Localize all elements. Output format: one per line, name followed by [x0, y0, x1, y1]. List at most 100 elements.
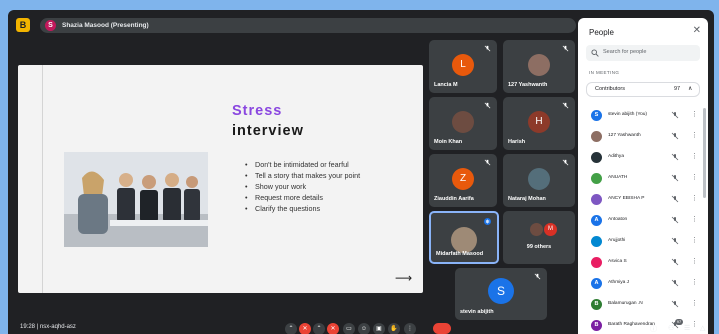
mic-off-icon[interactable]: [671, 279, 679, 287]
present-button[interactable]: ▣: [373, 323, 385, 334]
participant-name: Balamurugan .N: [608, 301, 643, 306]
others-tile[interactable]: M 99 others: [503, 211, 575, 264]
participant-tile[interactable]: Moin Khan: [429, 97, 497, 150]
participant-name: Antoaton: [608, 217, 628, 222]
more-vert-icon[interactable]: ⋮: [691, 278, 698, 287]
emoji-button[interactable]: ☺: [358, 323, 370, 334]
close-icon[interactable]: ✕: [693, 26, 701, 36]
captions-button[interactable]: ▭: [343, 323, 355, 334]
participant-avatar: S: [488, 278, 514, 304]
participant-name: Nataraj Mohan: [508, 196, 546, 202]
caret-icon[interactable]: ⌃: [313, 323, 325, 334]
participant-row[interactable]: 127 Yashwanth ⋮: [578, 127, 708, 148]
more-vert-icon[interactable]: ⋮: [691, 152, 698, 161]
raise-hand-button[interactable]: ✋: [388, 323, 400, 334]
participant-tile[interactable]: L Lancia M: [429, 40, 497, 93]
activities-icon[interactable]: △: [700, 324, 705, 332]
mic-off-button[interactable]: ✕: [299, 323, 311, 334]
mic-off-icon[interactable]: [671, 174, 679, 182]
participant-avatar: B: [591, 299, 602, 310]
section-label: IN MEETING: [589, 70, 620, 75]
people-panel: People ✕ Search for people IN MEETING Co…: [578, 18, 708, 334]
more-vert-icon[interactable]: ⋮: [691, 194, 698, 203]
mic-off-icon[interactable]: [671, 132, 679, 140]
interview-photo: [64, 152, 208, 247]
caret-icon[interactable]: ⌃: [285, 323, 297, 334]
more-vert-icon[interactable]: ⋮: [691, 257, 698, 266]
mic-off-icon: [562, 45, 569, 52]
app-logo[interactable]: B: [16, 18, 30, 32]
more-options-button[interactable]: ⋮: [404, 323, 416, 334]
participant-row[interactable]: A Athmiya J ⋮: [578, 274, 708, 295]
participant-row[interactable]: Asvica S ⋮: [578, 253, 708, 274]
more-vert-icon[interactable]: ⋮: [691, 173, 698, 182]
mic-off-icon[interactable]: [671, 237, 679, 245]
panel-title: People: [589, 28, 614, 37]
info-icon[interactable]: ⓘ: [650, 324, 657, 334]
participant-tile[interactable]: 127 Yashwanth: [503, 40, 575, 93]
participant-avatar: [591, 236, 602, 247]
more-vert-icon[interactable]: ⋮: [691, 131, 698, 140]
others-count-label: 99 others: [526, 244, 552, 250]
search-input[interactable]: Search for people: [586, 45, 700, 61]
participant-name: stevin abijith (You): [608, 112, 648, 117]
participant-row[interactable]: Sstevin abijith (You) ⋮: [578, 106, 708, 127]
participant-name: stevin abijith: [460, 309, 494, 315]
mic-off-icon[interactable]: [671, 216, 679, 224]
people-icon[interactable]: ⚇: [668, 324, 674, 332]
participant-avatar: A: [591, 278, 602, 289]
self-view-tile[interactable]: S stevin abijith: [455, 268, 547, 320]
chevron-up-icon[interactable]: ∧: [688, 85, 692, 92]
participant-avatar: L: [452, 54, 474, 76]
participant-name: Athmiya J: [608, 280, 630, 285]
participant-row[interactable]: ANUATH ⋮: [578, 169, 708, 190]
chat-icon[interactable]: ☰: [684, 324, 690, 332]
slide-title-line1: Stress: [232, 103, 283, 119]
participant-name: Adithya: [608, 154, 624, 159]
participant-photo-avatar: [528, 54, 550, 76]
scrollbar[interactable]: [703, 108, 706, 198]
participant-row[interactable]: Arujjothi ⋮: [578, 232, 708, 253]
more-vert-icon[interactable]: ⋮: [691, 110, 698, 119]
participant-row[interactable]: B Balamurugan .N ⋮: [578, 295, 708, 316]
active-speaker-tile[interactable]: Midarfath Masood: [429, 211, 499, 264]
participant-avatar: [591, 152, 602, 163]
search-placeholder: Search for people: [603, 49, 647, 55]
top-bar: B S Shazia Masood (Presenting): [8, 10, 588, 36]
mic-off-icon[interactable]: [671, 153, 679, 161]
participant-name: ANUATH: [608, 175, 628, 180]
more-vert-icon[interactable]: ⋮: [691, 299, 698, 308]
contributors-group[interactable]: Contributors 97 ∧: [586, 82, 700, 97]
bottom-bar: 19:28 | nsx-aqhd-asz ⌃ ✕ ⌃ ✕ ▭ ☺ ▣ ✋ ⋮ ⓘ…: [8, 319, 714, 334]
end-call-button[interactable]: [433, 323, 451, 334]
participant-row[interactable]: Adithya ⋮: [578, 148, 708, 169]
meet-window: B S Shazia Masood (Presenting) Stress in…: [8, 10, 714, 334]
mic-off-icon: [562, 102, 569, 109]
shared-slide: Stress interview Don't be intimidated or…: [18, 65, 423, 293]
participant-avatar: Z: [452, 168, 474, 190]
search-icon: [591, 49, 599, 57]
participant-avatar: H: [528, 111, 550, 133]
slide-bullet: Don't be intimidated or fearful: [244, 159, 360, 170]
participant-name: Moin Khan: [434, 139, 463, 145]
presenter-banner[interactable]: S Shazia Masood (Presenting): [40, 18, 576, 33]
participant-name: ANCY EBISHA P: [608, 196, 645, 201]
mic-off-icon[interactable]: [671, 258, 679, 266]
more-vert-icon[interactable]: ⋮: [691, 236, 698, 245]
people-list: Sstevin abijith (You) ⋮ 127 Yashwanth ⋮ Adit…: [578, 106, 708, 334]
participant-photo-avatar: [530, 223, 543, 236]
participant-tile[interactable]: H Harish: [503, 97, 575, 150]
participant-row[interactable]: ANCY EBISHA P ⋮: [578, 190, 708, 211]
presenter-avatar: S: [45, 20, 56, 31]
participant-row[interactable]: A Antoaton ⋮: [578, 211, 708, 232]
camera-off-button[interactable]: ✕: [327, 323, 339, 334]
participant-tile[interactable]: Z Ziauddin Aarifa: [429, 154, 497, 207]
mic-off-icon[interactable]: [671, 111, 679, 119]
mic-off-icon[interactable]: [671, 300, 679, 308]
participant-name: Ziauddin Aarifa: [434, 196, 474, 202]
participant-tile[interactable]: Nataraj Mohan: [503, 154, 575, 207]
mic-off-icon[interactable]: [671, 195, 679, 203]
participant-name: Arujjothi: [608, 238, 626, 243]
more-vert-icon[interactable]: ⋮: [691, 215, 698, 224]
people-count-badge: 97: [675, 319, 683, 325]
